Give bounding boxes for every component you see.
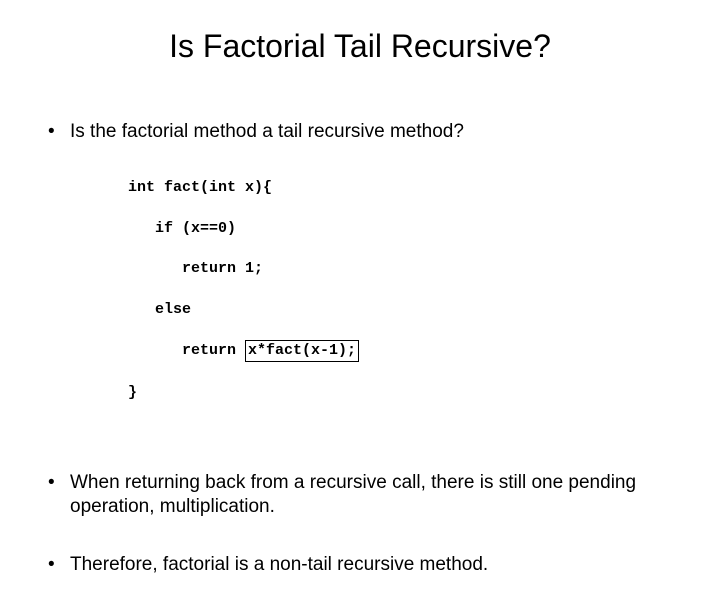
bullet-text: Therefore, factorial is a non-tail recur… — [70, 554, 488, 575]
code-line: } — [128, 383, 680, 403]
code-line: else — [128, 300, 680, 320]
code-line: int fact(int x){ — [128, 178, 680, 198]
code-line: if (x==0) — [128, 219, 680, 239]
bullet-list: Is the factorial method a tail recursive… — [40, 120, 680, 577]
highlight-box: x*fact(x-1); — [245, 340, 359, 362]
bullet-item-conclusion: Therefore, factorial is a non-tail recur… — [40, 553, 680, 577]
code-line: return x*fact(x-1); — [128, 340, 680, 362]
bullet-item-question: Is the factorial method a tail recursive… — [40, 120, 680, 443]
slide: Is Factorial Tail Recursive? Is the fact… — [0, 0, 720, 540]
bullet-item-explanation: When returning back from a recursive cal… — [40, 471, 680, 519]
slide-title: Is Factorial Tail Recursive? — [0, 28, 720, 65]
code-text: return — [128, 342, 245, 359]
bullet-text: Is the factorial method a tail recursive… — [70, 121, 464, 142]
code-line: return 1; — [128, 259, 680, 279]
code-block: int fact(int x){ if (x==0) return 1; els… — [128, 158, 680, 444]
slide-body: Is the factorial method a tail recursive… — [40, 120, 680, 601]
bullet-text: When returning back from a recursive cal… — [70, 472, 636, 517]
